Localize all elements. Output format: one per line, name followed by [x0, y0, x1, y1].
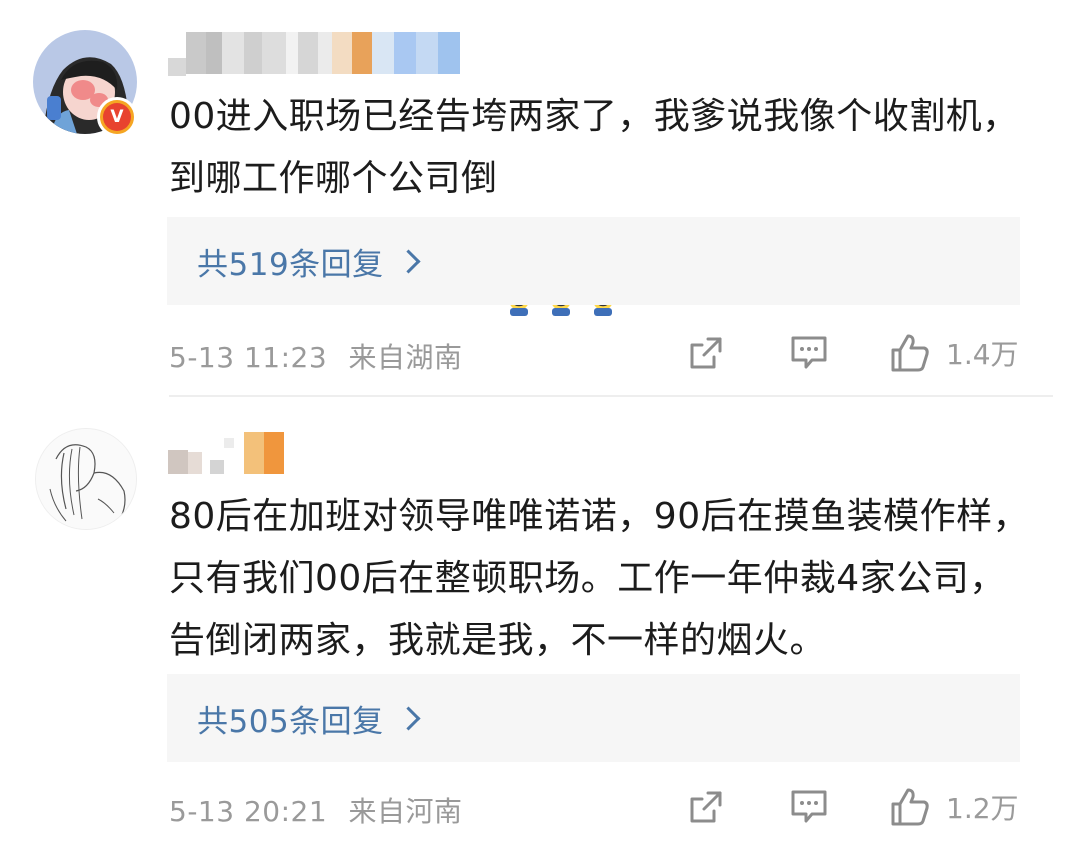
share-button[interactable]: [686, 328, 726, 378]
sweat-smile-emoji-icon: [588, 152, 618, 316]
comment-text: 00进入职场已经告垮两家了，我爹说我像个收割机，到哪工作哪个公司倒: [169, 86, 1039, 316]
share-icon: [690, 791, 722, 823]
avatar[interactable]: [35, 428, 137, 530]
like-button[interactable]: 1.2万: [888, 782, 1019, 832]
comment-text: 80后在加班对领导唯唯诺诺，90后在摸鱼装模作样，只有我们00后在整顿职场。工作…: [169, 496, 1030, 661]
chevron-right-icon: [396, 248, 421, 274]
thumbs-up-icon: [891, 334, 929, 372]
comment-button[interactable]: [788, 328, 830, 378]
sweat-smile-emoji-icon: [546, 152, 576, 316]
like-button[interactable]: 1.4万: [888, 328, 1019, 378]
replies-count-label: 共505条回复: [197, 703, 384, 740]
comment-icon: [791, 336, 827, 369]
avatar-illustration: [36, 429, 136, 529]
comment-item: 80后在加班对领导唯唯诺诺，90后在摸鱼装模作样，只有我们00后在整顿职场。工作…: [0, 398, 1080, 850]
chevron-right-icon: [396, 705, 421, 731]
like-count: 1.4万: [946, 338, 1019, 371]
comment-actions: 1.2万: [0, 782, 1080, 832]
thumbs-up-icon: [891, 788, 929, 826]
sweat-smile-emoji-icon: [504, 152, 534, 316]
comment-button[interactable]: [788, 782, 830, 832]
username-blurred[interactable]: [168, 32, 460, 76]
comment-actions: 1.4万: [0, 328, 1080, 378]
username-blurred[interactable]: [168, 432, 284, 474]
view-replies-button[interactable]: 共505条回复: [167, 674, 1020, 762]
share-button[interactable]: [686, 782, 726, 832]
share-icon: [690, 337, 722, 369]
comment-icon: [791, 790, 827, 823]
like-count: 1.2万: [946, 792, 1019, 825]
comment-item: V 00进入职场已经告垮两家了，我爹说我像个收割机，到哪工作哪个公司倒 共519…: [0, 0, 1080, 396]
comment-divider: [169, 395, 1053, 397]
emoji-group: [504, 152, 618, 316]
replies-count-label: 共519条回复: [197, 246, 384, 283]
view-replies-button[interactable]: 共519条回复: [167, 217, 1020, 305]
verified-badge-icon: V: [97, 97, 137, 137]
